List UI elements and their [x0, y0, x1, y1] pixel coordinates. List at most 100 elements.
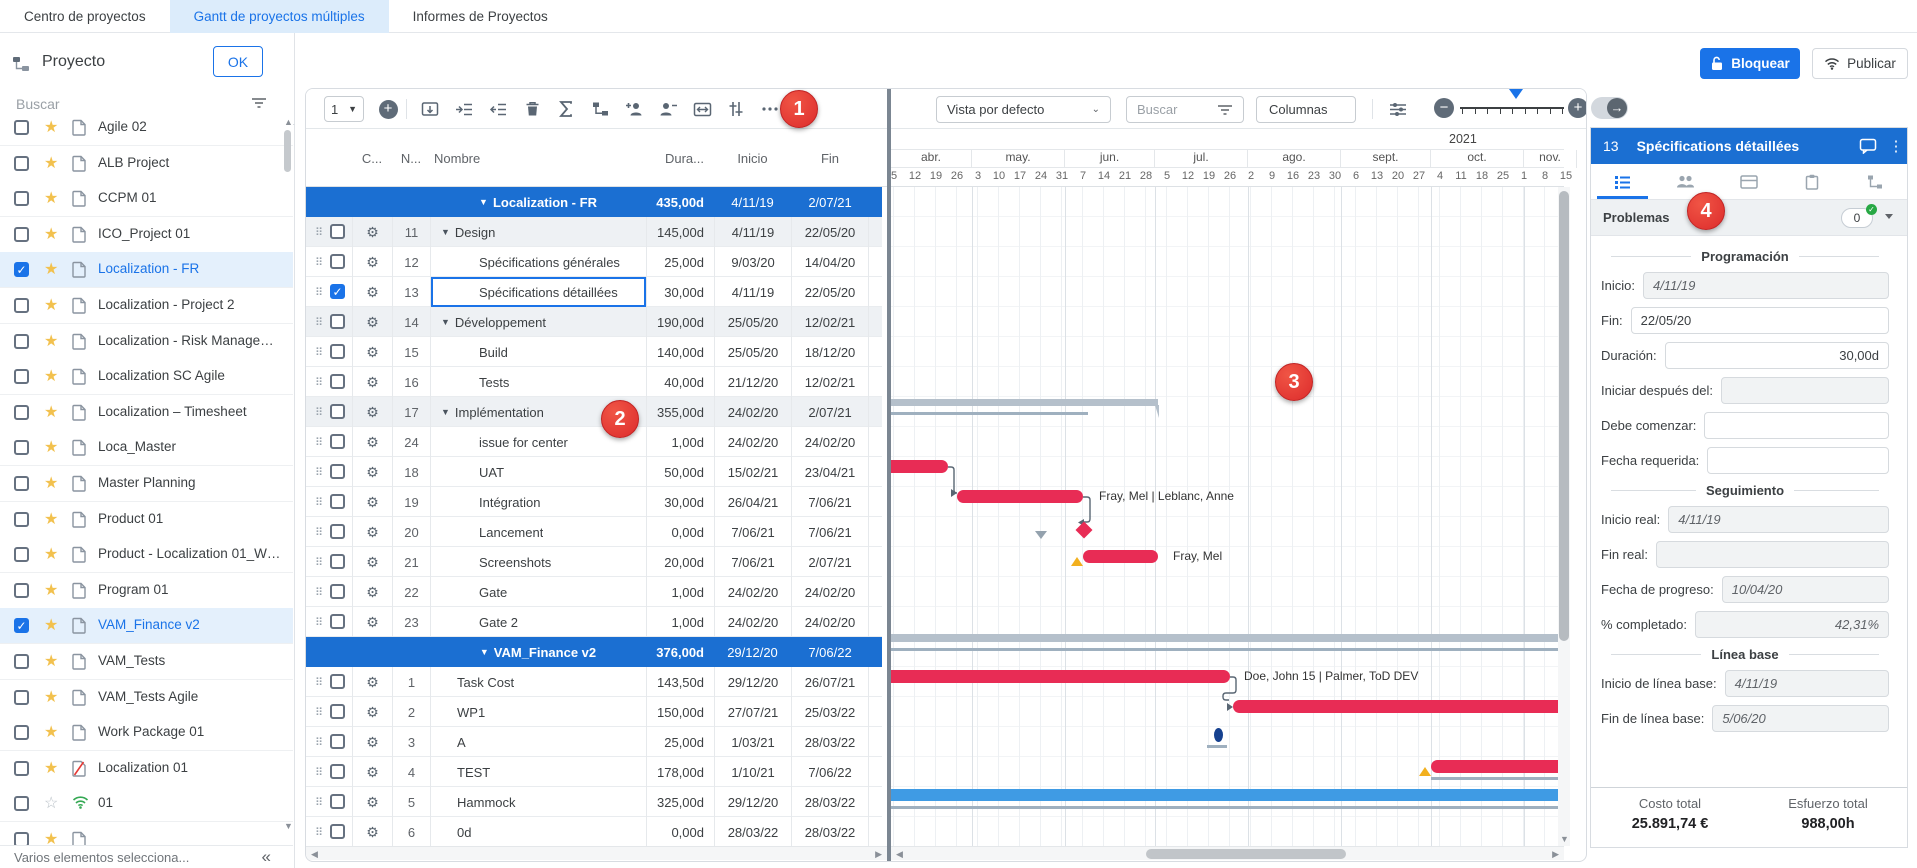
table-row[interactable]: ⠿⚙18UAT50,00d15/02/2123/04/21 [306, 457, 882, 487]
project-checkbox[interactable] [14, 796, 29, 811]
project-checkbox[interactable] [14, 547, 29, 562]
gantt-bar-int-gration[interactable] [957, 490, 1083, 503]
project-list-item[interactable]: ★Localization - Risk Management [0, 324, 293, 360]
table-row[interactable]: ⠿⚙17▼Implémentation355,00d24/02/202/07/2… [306, 397, 882, 427]
task-name-cell[interactable]: Gate 2 [430, 607, 646, 637]
task-name-cell[interactable]: Hammock [430, 787, 646, 817]
table-row[interactable]: ⠿⚙2WP1150,00d27/07/2125/03/22 [306, 697, 882, 727]
task-name-cell[interactable]: Tests [430, 367, 646, 397]
drag-handle-icon[interactable]: ⠿ [310, 757, 328, 787]
task-name-cell[interactable]: Spécifications générales [430, 247, 646, 277]
project-checkbox[interactable]: ✓ [14, 618, 29, 633]
task-type-gear-icon[interactable]: ⚙ [352, 697, 392, 727]
task-name-cell[interactable]: Task Cost [430, 667, 646, 697]
task-type-gear-icon[interactable]: ⚙ [352, 337, 392, 367]
drag-handle-icon[interactable]: ⠿ [310, 247, 328, 277]
project-checkbox[interactable] [14, 227, 29, 242]
favorite-star-icon[interactable]: ★ [44, 117, 58, 137]
columns-button[interactable]: Columnas [1256, 96, 1356, 123]
detail-tab-notes[interactable] [1781, 164, 1844, 199]
favorite-star-icon[interactable]: ★ [44, 153, 58, 173]
project-list-item[interactable]: ✓★Localization - FR [0, 252, 293, 288]
table-hscrollbar[interactable]: ◀▶ [306, 846, 887, 860]
drag-handle-icon[interactable]: ⠿ [310, 487, 328, 517]
settings-sliders-icon[interactable] [724, 98, 748, 120]
tab-informes-de-proyectos[interactable]: Informes de Proyectos [389, 0, 572, 33]
tab-gantt-de-proyectos-m-ltiples[interactable]: Gantt de proyectos múltiples [170, 0, 389, 33]
tab-centro-de-proyectos[interactable]: Centro de proyectos [0, 0, 170, 33]
favorite-star-icon[interactable]: ★ [44, 224, 58, 244]
project-checkbox[interactable] [14, 690, 29, 705]
favorite-star-icon[interactable]: ★ [44, 687, 58, 707]
gantt-vscrollbar[interactable]: ▼ [1558, 187, 1570, 846]
drag-handle-icon[interactable]: ⠿ [310, 667, 328, 697]
filter-icon[interactable] [1217, 104, 1233, 116]
task-progress-dot[interactable] [1214, 728, 1223, 742]
link-tasks-icon[interactable] [588, 98, 612, 120]
drag-handle-icon[interactable]: ⠿ [310, 397, 328, 427]
project-list-item[interactable]: ★VAM_Tests [0, 644, 293, 680]
table-row[interactable]: ⠿⚙11▼Design145,00d4/11/1922/05/20 [306, 217, 882, 247]
row-checkbox[interactable] [330, 584, 345, 599]
expand-arrow-icon[interactable]: ▼ [479, 197, 488, 207]
chevron-down-icon[interactable] [1885, 214, 1893, 219]
row-checkbox[interactable] [330, 434, 345, 449]
insert-row-icon[interactable] [418, 98, 442, 120]
task-type-gear-icon[interactable]: ⚙ [352, 247, 392, 277]
project-checkbox[interactable] [14, 761, 29, 776]
gantt-bar-uat[interactable] [891, 460, 948, 473]
project-checkbox[interactable] [14, 334, 29, 349]
drag-handle-icon[interactable]: ⠿ [310, 337, 328, 367]
column-header-inicio[interactable]: Inicio [714, 129, 791, 187]
detail-tab-links[interactable] [1844, 164, 1907, 199]
row-checkbox[interactable] [330, 554, 345, 569]
project-checkbox[interactable] [14, 476, 29, 491]
field-input[interactable]: 22/05/20 [1631, 307, 1889, 334]
drag-handle-icon[interactable]: ⠿ [310, 517, 328, 547]
favorite-star-icon[interactable]: ★ [44, 437, 58, 457]
collapse-sidebar-icon[interactable]: « [262, 847, 271, 867]
project-checkbox[interactable] [14, 725, 29, 740]
row-checkbox[interactable] [330, 734, 345, 749]
drag-handle-icon[interactable]: ⠿ [310, 547, 328, 577]
project-list-item[interactable]: ★Product 01 [0, 502, 293, 538]
project-list-item[interactable]: ★ALB Project [0, 146, 293, 182]
project-checkbox[interactable] [14, 583, 29, 598]
row-checkbox[interactable] [330, 314, 345, 329]
favorite-star-icon[interactable]: ★ [44, 544, 58, 564]
column-header-n[interactable]: N... [392, 129, 430, 187]
favorite-star-icon[interactable]: ★ [44, 615, 58, 635]
favorite-star-icon[interactable]: ★ [44, 295, 58, 315]
expand-arrow-icon[interactable]: ▼ [441, 407, 450, 417]
project-list-item[interactable]: ☆01 [0, 786, 293, 822]
zoom-out-button[interactable]: − [1434, 98, 1454, 118]
project-list-item[interactable]: ✓★VAM_Finance v2 [0, 608, 293, 644]
project-list-item[interactable]: ★VAM_Tests Agile [0, 680, 293, 716]
drag-handle-icon[interactable]: ⠿ [310, 817, 328, 846]
table-row[interactable]: ⠿⚙3A25,00d1/03/2128/03/22 [306, 727, 882, 757]
gantt-bar-hammock[interactable] [891, 789, 1564, 801]
table-row[interactable]: ⠿⚙12Spécifications générales25,00d9/03/2… [306, 247, 882, 277]
field-input[interactable]: 30,00d [1665, 342, 1889, 369]
drag-handle-icon[interactable]: ⠿ [310, 607, 328, 637]
column-header-fin[interactable]: Fin [791, 129, 869, 187]
task-type-gear-icon[interactable]: ⚙ [352, 517, 392, 547]
project-list-item[interactable]: ★Localization SC Agile [0, 359, 293, 395]
task-name-cell[interactable]: A [430, 727, 646, 757]
detail-tab-details[interactable] [1591, 164, 1654, 199]
drag-handle-icon[interactable]: ⠿ [310, 217, 328, 247]
task-type-gear-icon[interactable]: ⚙ [352, 757, 392, 787]
ok-button[interactable]: OK [213, 46, 263, 77]
outdent-icon[interactable] [486, 98, 510, 120]
view-select[interactable]: Vista por defecto⌄ [936, 96, 1111, 123]
gantt-bar-screenshots[interactable] [1083, 550, 1158, 563]
project-checkbox[interactable] [14, 440, 29, 455]
task-type-gear-icon[interactable]: ⚙ [352, 487, 392, 517]
drag-handle-icon[interactable]: ⠿ [310, 427, 328, 457]
project-list-item[interactable]: ★Program 01 [0, 573, 293, 609]
gantt-bar-test[interactable] [1431, 760, 1564, 773]
project-list-item[interactable]: ★ [0, 822, 293, 845]
drag-handle-icon[interactable]: ⠿ [310, 277, 328, 307]
gantt-settings-icon[interactable] [1386, 98, 1410, 120]
gantt-bar-task-cost[interactable] [891, 670, 1230, 683]
